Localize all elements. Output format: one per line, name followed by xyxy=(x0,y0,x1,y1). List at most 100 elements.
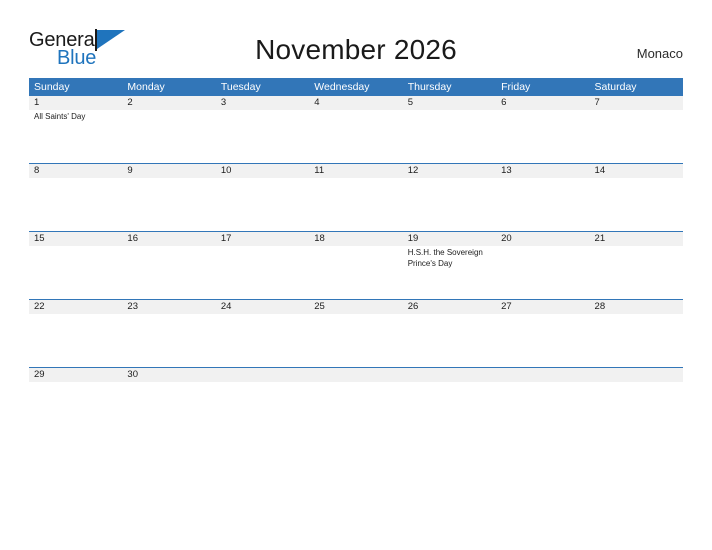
day-cell-17[interactable]: 17 xyxy=(215,232,310,299)
day-cell-empty xyxy=(215,368,310,435)
day-events xyxy=(309,178,402,180)
day-events xyxy=(216,382,309,384)
day-number: 22 xyxy=(29,300,123,314)
day-events xyxy=(590,382,683,384)
day-number xyxy=(215,368,310,382)
day-number: 9 xyxy=(122,164,216,178)
day-number: 24 xyxy=(215,300,310,314)
day-cell-empty xyxy=(496,368,590,435)
day-events xyxy=(309,382,402,384)
calendar-weeks: 1 All Saints' Day 2 3 4 5 6 7 8 9 10 11 12 13 14 15 16 17… xyxy=(29,96,683,435)
day-cell-16[interactable]: 16 xyxy=(122,232,216,299)
day-number xyxy=(496,368,590,382)
day-cell-29[interactable]: 29 xyxy=(29,368,123,435)
day-events xyxy=(590,178,683,180)
holiday-event: H.S.H. the Sovereign Prince's Day xyxy=(407,248,483,268)
day-events xyxy=(216,110,309,112)
calendar-week-row: 29 30 xyxy=(29,367,683,435)
day-number: 16 xyxy=(122,232,216,246)
weekday-header-saturday: Saturday xyxy=(594,81,637,93)
day-cell-empty xyxy=(402,368,497,435)
day-cell-3[interactable]: 3 xyxy=(215,96,310,163)
day-cell-22[interactable]: 22 xyxy=(29,300,123,367)
day-number: 15 xyxy=(29,232,123,246)
day-events xyxy=(403,110,496,112)
day-events xyxy=(216,314,309,316)
day-events xyxy=(29,178,122,180)
weekday-header-row: Sunday Monday Tuesday Wednesday Thursday Frid… xyxy=(29,78,683,96)
calendar-days-row: 15 16 17 18 19 H.S.H. the Sovereign Prince's … xyxy=(29,232,683,299)
day-cell-24[interactable]: 24 xyxy=(215,300,310,367)
day-number: 26 xyxy=(402,300,497,314)
day-cell-8[interactable]: 8 xyxy=(29,164,123,231)
day-number: 29 xyxy=(29,368,123,382)
calendar-days-row: 8 9 10 11 12 13 14 xyxy=(29,164,683,231)
day-cell-11[interactable]: 11 xyxy=(309,164,403,231)
day-events xyxy=(496,178,589,180)
day-cell-26[interactable]: 26 xyxy=(402,300,497,367)
day-cell-10[interactable]: 10 xyxy=(215,164,310,231)
day-number xyxy=(309,368,403,382)
day-cell-1[interactable]: 1 All Saints' Day xyxy=(29,96,123,163)
day-cell-7[interactable]: 7 xyxy=(589,96,683,163)
day-number: 2 xyxy=(122,96,216,110)
day-number: 25 xyxy=(309,300,403,314)
day-cell-20[interactable]: 20 xyxy=(496,232,590,299)
day-number: 14 xyxy=(589,164,683,178)
day-cell-12[interactable]: 12 xyxy=(402,164,497,231)
day-cell-empty xyxy=(309,368,403,435)
calendar-grid: Sunday Monday Tuesday Wednesday Thursday Frid… xyxy=(29,78,683,435)
day-cell-4[interactable]: 4 xyxy=(309,96,403,163)
day-cell-27[interactable]: 27 xyxy=(496,300,590,367)
day-events xyxy=(216,246,309,248)
weekday-header-friday: Friday xyxy=(501,81,531,93)
day-number: 8 xyxy=(29,164,123,178)
day-number: 1 xyxy=(29,96,123,110)
day-cell-14[interactable]: 14 xyxy=(589,164,683,231)
day-cell-25[interactable]: 25 xyxy=(309,300,403,367)
day-cell-15[interactable]: 15 xyxy=(29,232,123,299)
day-number: 12 xyxy=(402,164,497,178)
holiday-event: All Saints' Day xyxy=(34,112,86,121)
day-number: 19 xyxy=(402,232,497,246)
weekday-header-sunday: Sunday xyxy=(34,81,70,93)
day-events xyxy=(590,314,683,316)
day-number: 23 xyxy=(122,300,216,314)
day-events xyxy=(122,110,215,112)
day-cell-empty xyxy=(589,368,683,435)
day-events xyxy=(403,178,496,180)
day-number: 7 xyxy=(589,96,683,110)
day-cell-6[interactable]: 6 xyxy=(496,96,590,163)
calendar-page: General Blue November 2026 Monaco Sunday… xyxy=(0,0,712,550)
page-header: General Blue November 2026 Monaco xyxy=(0,0,712,78)
day-events: All Saints' Day xyxy=(29,110,122,123)
day-events xyxy=(590,246,683,248)
day-events xyxy=(122,314,215,316)
page-title: November 2026 xyxy=(255,34,457,65)
day-cell-30[interactable]: 30 xyxy=(122,368,216,435)
day-cell-21[interactable]: 21 xyxy=(589,232,683,299)
day-number xyxy=(589,368,683,382)
calendar-days-row: 1 All Saints' Day 2 3 4 5 6 7 xyxy=(29,96,683,163)
day-events xyxy=(403,314,496,316)
day-number: 10 xyxy=(215,164,310,178)
day-events xyxy=(122,382,215,384)
day-number: 13 xyxy=(496,164,590,178)
day-cell-13[interactable]: 13 xyxy=(496,164,590,231)
weekday-header-tuesday: Tuesday xyxy=(220,81,261,93)
day-cell-2[interactable]: 2 xyxy=(122,96,216,163)
day-cell-18[interactable]: 18 xyxy=(309,232,403,299)
day-events xyxy=(309,246,402,248)
day-number: 5 xyxy=(402,96,497,110)
day-cell-19[interactable]: 19 H.S.H. the Sovereign Prince's Day xyxy=(402,232,497,299)
day-cell-28[interactable]: 28 xyxy=(589,300,683,367)
day-number: 18 xyxy=(309,232,403,246)
weekday-header-monday: Monday xyxy=(127,81,165,93)
day-events xyxy=(590,110,683,112)
day-cell-9[interactable]: 9 xyxy=(122,164,216,231)
day-cell-5[interactable]: 5 xyxy=(402,96,497,163)
calendar-days-row: 29 30 xyxy=(29,368,683,435)
calendar-week-row: 15 16 17 18 19 H.S.H. the Sovereign Prince's … xyxy=(29,231,683,299)
weekday-header-wednesday: Wednesday xyxy=(314,81,370,93)
day-cell-23[interactable]: 23 xyxy=(122,300,216,367)
